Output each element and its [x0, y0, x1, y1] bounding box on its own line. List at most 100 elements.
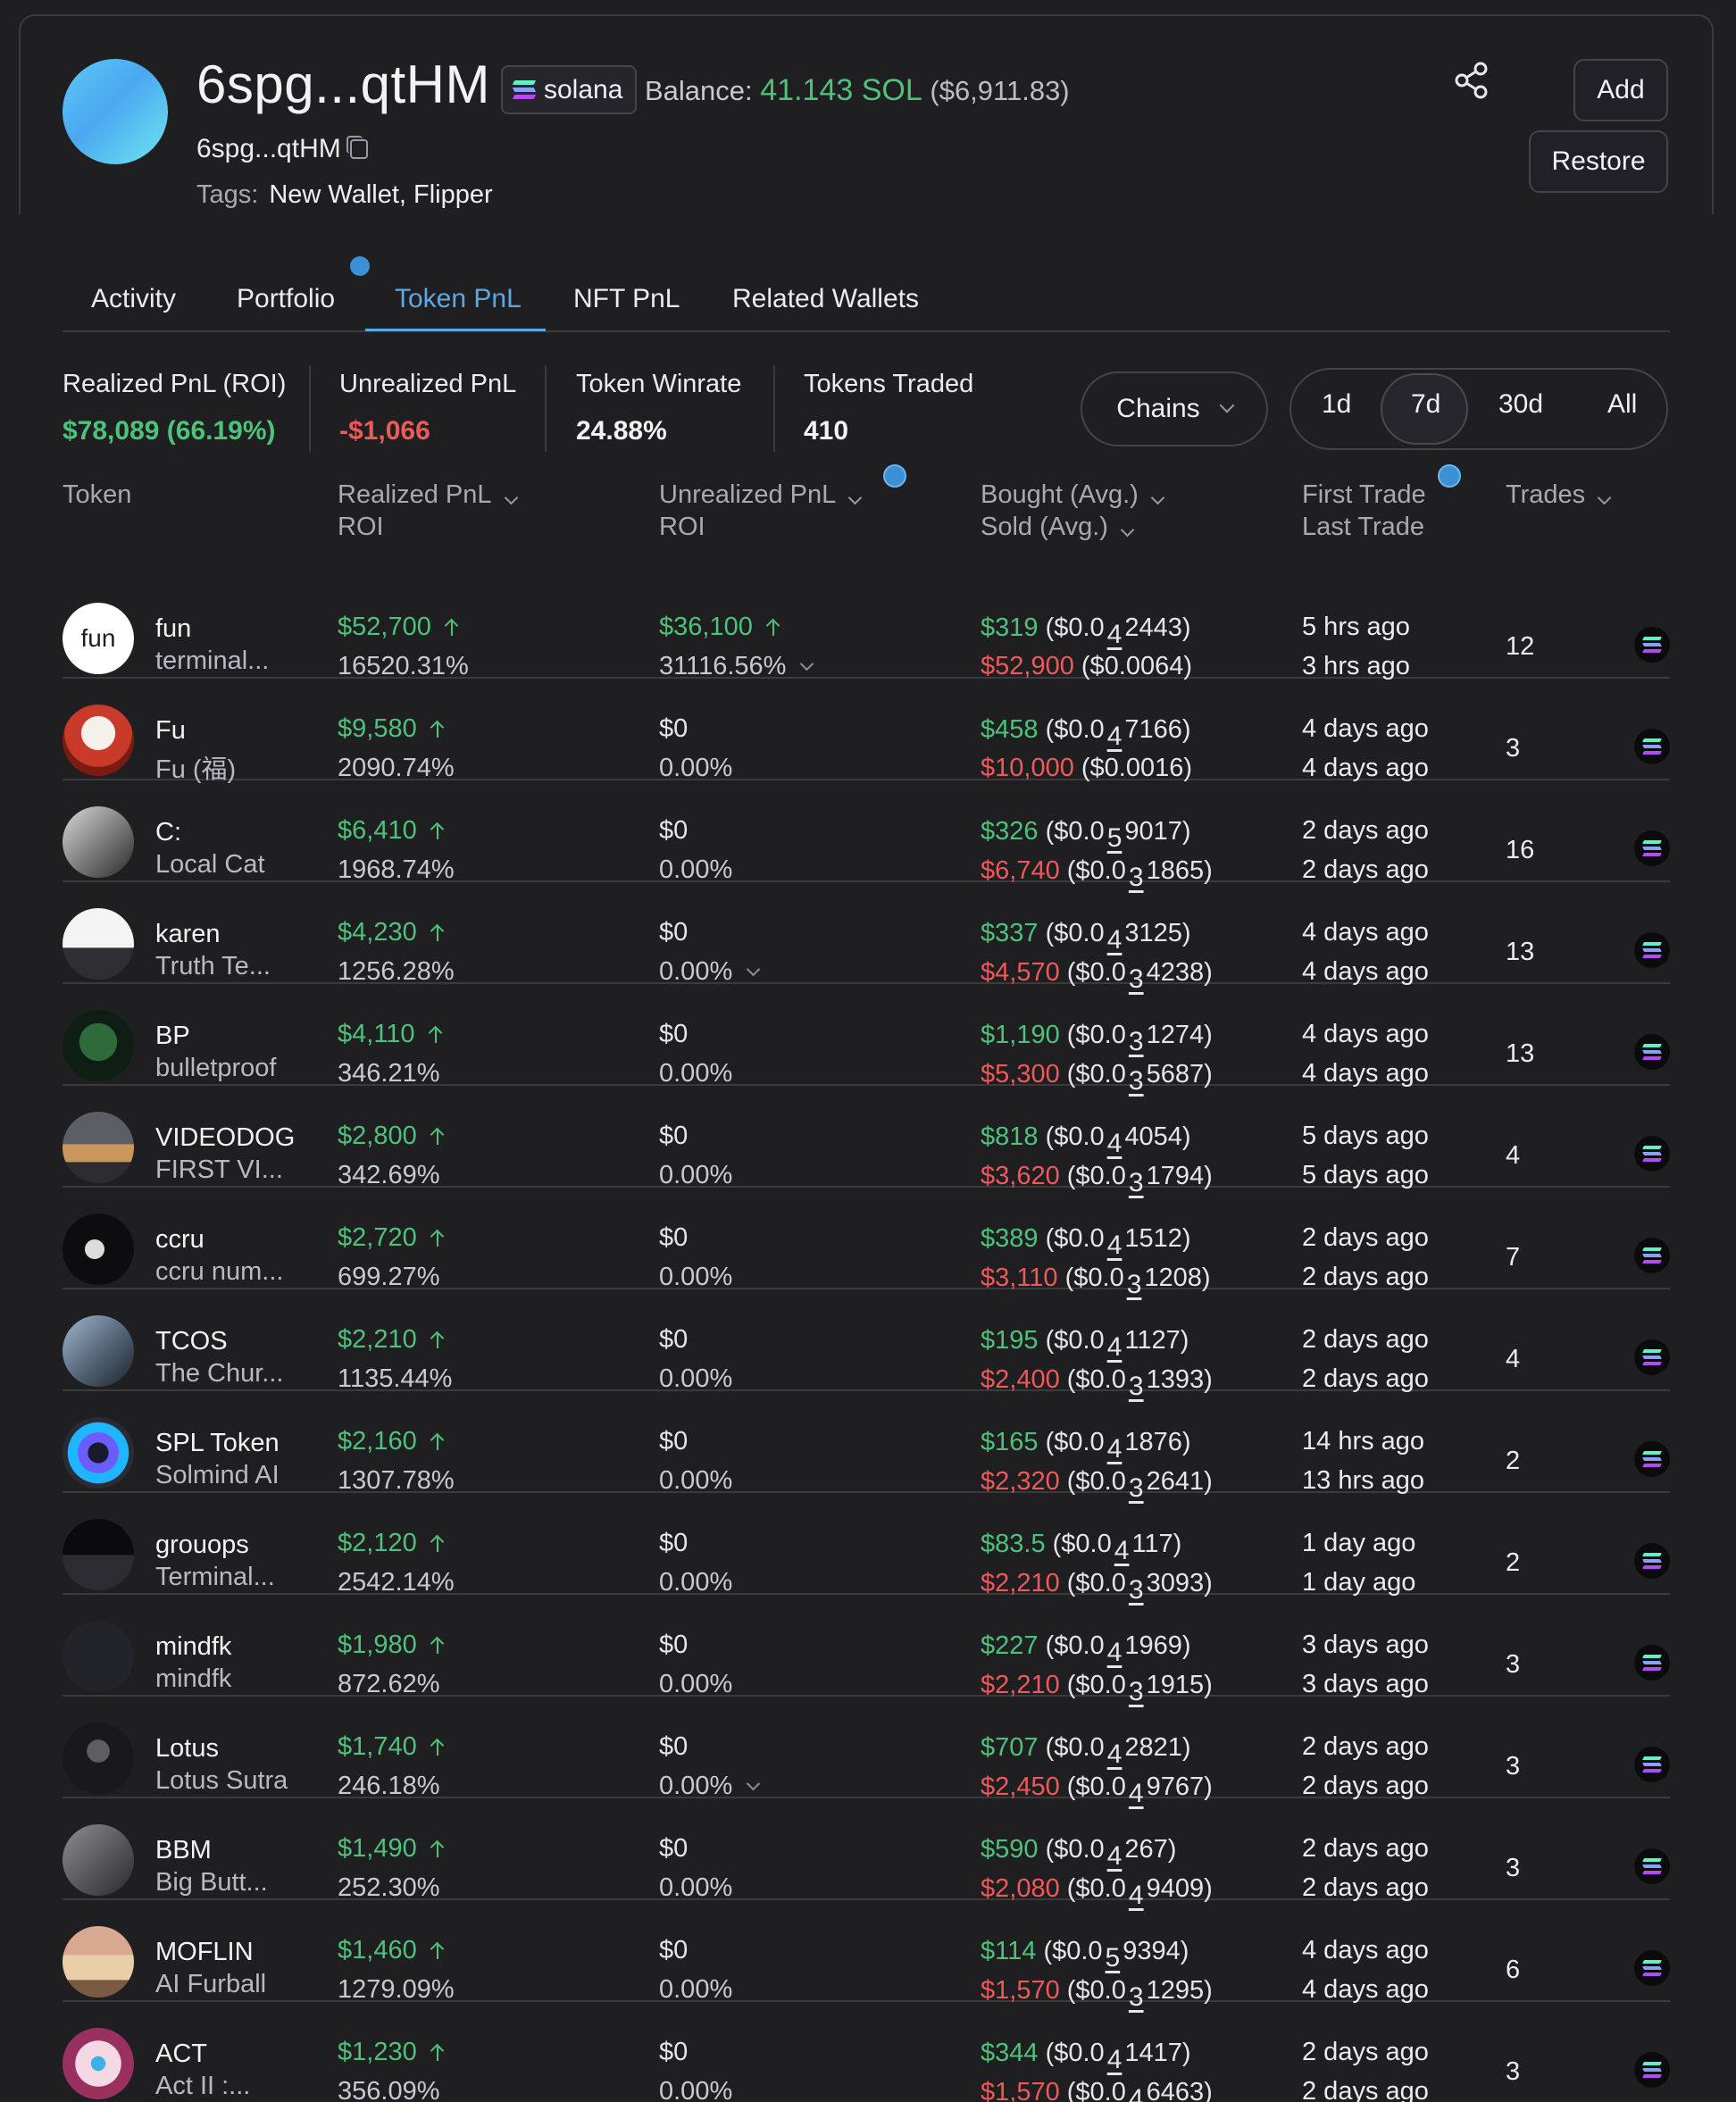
- col-unrealized-pnl[interactable]: Unrealized PnL ROI: [659, 479, 863, 543]
- chevron-down-icon[interactable]: [800, 656, 814, 671]
- solana-icon: [1634, 1950, 1670, 1986]
- token-symbol[interactable]: karen: [155, 920, 221, 949]
- frame-mask: [9, 214, 36, 2102]
- token-symbol[interactable]: ccru: [155, 1225, 204, 1255]
- unrealized-pnl: $0: [659, 714, 688, 744]
- col-bought-sold[interactable]: Bought (Avg.) Sold (Avg.): [981, 479, 1165, 543]
- tab-token-pnl[interactable]: Token PnL: [395, 284, 522, 314]
- first-trade: 2 days ago: [1302, 1223, 1429, 1252]
- realized-pnl: $1,490: [338, 1834, 446, 1864]
- table-row[interactable]: BP bulletproof $4,110 346.21% $0 0.00% $…: [63, 984, 1670, 1096]
- table-row[interactable]: ccru ccru num... $2,720 699.27% $0 0.00%…: [63, 1188, 1670, 1299]
- token-symbol[interactable]: C:: [155, 818, 181, 847]
- chevron-down-icon[interactable]: [746, 1776, 761, 1791]
- price-prefix: ($0.0: [1045, 1835, 1105, 1864]
- token-symbol[interactable]: ACT: [155, 2039, 207, 2069]
- price-prefix: ($0.0: [1045, 1122, 1105, 1151]
- tokens-traded-label: Tokens Traded: [804, 370, 974, 398]
- table-row[interactable]: SPL Token Solmind AI $2,160 1307.78% $0 …: [63, 1391, 1670, 1503]
- col-realized-pnl[interactable]: Realized PnL ROI: [338, 479, 518, 543]
- table-row[interactable]: fun fun terminal... $52,700 16520.31% $3…: [63, 577, 1670, 680]
- tab-activity[interactable]: Activity: [91, 284, 176, 314]
- unrealized-pnl-value: $0: [659, 1427, 689, 1456]
- table-row[interactable]: Lotus Lotus Sutra $1,740 246.18% $0 0.00…: [63, 1697, 1670, 1808]
- sold-avg-price: ($0.0 3 1393): [1066, 1365, 1213, 1401]
- realized-pnl: $2,720: [338, 1223, 446, 1253]
- last-trade: 2 days ago: [1302, 1263, 1429, 1291]
- price-prefix: ($0.0: [1045, 1326, 1105, 1355]
- trade-count: 4: [1506, 1141, 1521, 1170]
- tab-related-wallets[interactable]: Related Wallets: [732, 284, 919, 314]
- realized-roi: 346.21%: [338, 1059, 440, 1088]
- period-all[interactable]: All: [1607, 389, 1637, 420]
- solana-icon: [1634, 1238, 1670, 1273]
- token-name: FIRST VI...: [155, 1155, 283, 1184]
- token-symbol[interactable]: SPL Token: [155, 1429, 280, 1458]
- table-row[interactable]: TCOS The Chur... $2,210 1135.44% $0 0.00…: [63, 1289, 1670, 1401]
- table-row[interactable]: mindfk mindfk $1,980 872.62% $0 0.00% $2…: [63, 1595, 1670, 1706]
- price-prefix: ($0.0: [1045, 715, 1105, 744]
- unrealized-pnl-value: $0: [659, 1325, 689, 1354]
- realized-pnl: $9,580: [338, 714, 446, 744]
- balance-sol: 41.143 SOL: [760, 73, 922, 107]
- realized-roi: 16520.31%: [338, 652, 469, 680]
- sold-avg-price: ($0.0 3 1295): [1067, 1976, 1213, 2012]
- add-button[interactable]: Add: [1573, 59, 1668, 121]
- info-dot: [1438, 464, 1461, 488]
- copy-icon[interactable]: [346, 136, 368, 159]
- token-icon: [63, 1722, 134, 1794]
- unrealized-roi-value: 0.00%: [659, 1263, 733, 1291]
- table-row[interactable]: ACT Act II :... $1,230 356.09% $0 0.00% …: [63, 2002, 1670, 2102]
- token-symbol[interactable]: Lotus: [155, 1734, 219, 1764]
- sold-value: $2,210: [981, 1569, 1060, 1597]
- chevron-down-icon: [1120, 522, 1135, 538]
- token-symbol[interactable]: Fu: [155, 716, 186, 746]
- arrow-up-icon: [430, 1127, 446, 1145]
- token-symbol[interactable]: VIDEODOG: [155, 1123, 295, 1153]
- price-prefix: ($0.0: [1066, 1569, 1126, 1597]
- token-name: bulletproof: [155, 1054, 277, 1082]
- price-suffix: 1127): [1124, 1326, 1189, 1355]
- token-symbol[interactable]: BP: [155, 1022, 190, 1051]
- unrealized-roi: 0.00%: [659, 2077, 732, 2102]
- price-suffix: 1295): [1146, 1976, 1213, 2005]
- first-trade: 2 days ago: [1302, 2038, 1429, 2066]
- price-prefix: ($0.0: [1066, 1365, 1126, 1394]
- col-trades[interactable]: Trades: [1506, 479, 1612, 511]
- unrealized-pnl-value: $0: [659, 1936, 689, 1964]
- tab-portfolio[interactable]: Portfolio: [237, 284, 335, 314]
- token-symbol[interactable]: TCOS: [155, 1327, 228, 1356]
- last-trade: 5 days ago: [1302, 1161, 1429, 1189]
- token-symbol[interactable]: grouops: [155, 1531, 249, 1560]
- tab-nft-pnl[interactable]: NFT PnL: [573, 284, 680, 314]
- chevron-down-icon[interactable]: [746, 962, 761, 977]
- token-symbol[interactable]: fun: [155, 614, 191, 644]
- bought-value: $337: [981, 919, 1039, 947]
- token-symbol[interactable]: MOFLIN: [155, 1938, 254, 1967]
- period-1d[interactable]: 1d: [1322, 389, 1351, 420]
- table-row[interactable]: Fu Fu (福) $9,580 2090.74% $0 0.00% $458 …: [63, 679, 1670, 784]
- chains-dropdown[interactable]: Chains: [1081, 371, 1268, 446]
- table-row[interactable]: VIDEODOG FIRST VI... $2,800 342.69% $0 0…: [63, 1086, 1670, 1197]
- price-prefix: ($0.0: [1045, 613, 1105, 642]
- realized-pnl-value: $2,120: [338, 1529, 417, 1557]
- token-symbol[interactable]: mindfk: [155, 1632, 231, 1662]
- table-row[interactable]: karen Truth Te... $4,230 1256.28% $0 0.0…: [63, 882, 1670, 994]
- token-name: Local Cat: [155, 850, 265, 879]
- first-trade: 2 days ago: [1302, 1834, 1429, 1863]
- period-30d[interactable]: 30d: [1498, 389, 1543, 420]
- share-icon[interactable]: [1452, 61, 1491, 100]
- trade-count: 13: [1506, 1039, 1535, 1068]
- period-7d[interactable]: 7d: [1411, 389, 1440, 420]
- table-row[interactable]: grouops Terminal... $2,120 2542.14% $0 0…: [63, 1493, 1670, 1605]
- unrealized-roi-value: 31116.56%: [659, 652, 787, 680]
- bought-avg-price: ($0.0 4 2443): [1045, 613, 1191, 649]
- table-row[interactable]: BBM Big Butt... $1,490 252.30% $0 0.00% …: [63, 1798, 1670, 1910]
- realized-pnl-value: $52,700: [338, 613, 431, 641]
- restore-button[interactable]: Restore: [1529, 130, 1668, 193]
- trade-count: 3: [1506, 734, 1521, 763]
- table-row[interactable]: C: Local Cat $6,410 1968.74% $0 0.00% $3…: [63, 780, 1670, 892]
- table-row[interactable]: MOFLIN AI Furball $1,460 1279.09% $0 0.0…: [63, 1900, 1670, 2012]
- price-suffix: 1393): [1146, 1365, 1213, 1394]
- token-symbol[interactable]: BBM: [155, 1836, 212, 1865]
